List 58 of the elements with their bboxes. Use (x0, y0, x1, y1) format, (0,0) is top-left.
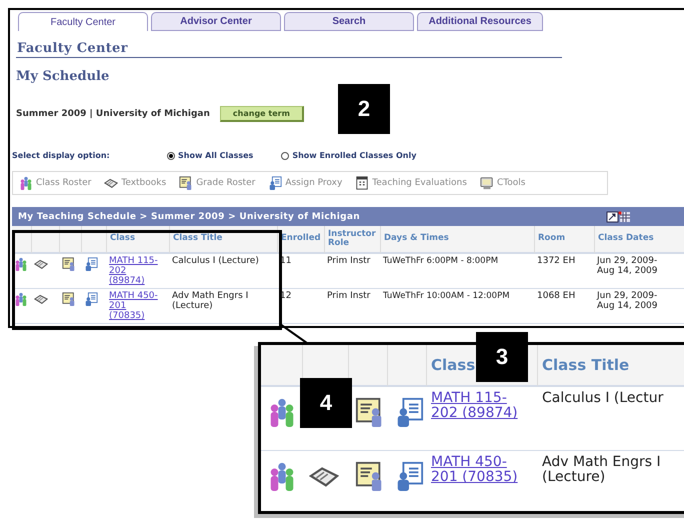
document-person-icon[interactable] (62, 257, 76, 271)
radio-button[interactable] (281, 152, 290, 160)
people-icon[interactable] (14, 257, 28, 271)
toolbar-link[interactable]: CTools (496, 178, 526, 188)
table-cell: Calculus I (Lectur (538, 387, 684, 451)
page-title: Faculty Center (16, 31, 562, 58)
term-label: Summer 2009 | University of Michigan (16, 109, 210, 119)
class-link[interactable]: MATH 450-201 (70835) (109, 292, 161, 322)
callout-number: 2 (338, 84, 390, 134)
column-header: Days & Times (381, 226, 535, 254)
table-cell: Adv Math Engrs I (Lecture) (538, 451, 684, 511)
table-cell: 1068 EH (535, 289, 595, 324)
grid-view-icon[interactable] (606, 210, 632, 222)
table-cell: Calculus I (Lecture) (170, 254, 278, 289)
tab[interactable]: Search (284, 12, 414, 31)
table-cell: TuWeThFr 10:00AM - 12:00PM (381, 289, 535, 324)
toolbar-link[interactable]: Teaching Evaluations (372, 178, 467, 188)
table-cell: Adv Math Engrs I (Lecture) (170, 289, 278, 324)
table-cell: Prim Instr (325, 254, 381, 289)
radio-button[interactable] (167, 152, 175, 160)
column-header: Instructor Role (325, 226, 381, 254)
callout-number: 4 (300, 378, 352, 428)
document-person-icon[interactable] (179, 176, 194, 190)
section-title: My Schedule (16, 69, 110, 84)
column-header: Class Dates (595, 226, 684, 254)
table-title: My Teaching Schedule > Summer 2009 > University of Michigan (18, 212, 360, 222)
book-icon[interactable] (34, 257, 48, 271)
monitor-icon[interactable] (480, 176, 494, 190)
document-person-icon[interactable] (62, 292, 76, 306)
callout-number: 3 (476, 332, 528, 382)
person-list-icon[interactable] (268, 176, 282, 190)
tab[interactable]: Faculty Center (18, 12, 148, 31)
display-option-label: Select display option: (12, 151, 111, 160)
class-link[interactable]: MATH 115-202 (89874) (109, 257, 161, 287)
column-header: Room (535, 226, 595, 254)
toolbar-link[interactable]: Assign Proxy (285, 178, 342, 188)
table-cell: TuWeThFr 6:00PM - 8:00PM (381, 254, 535, 289)
class-link[interactable]: MATH 115-202 (89874) (431, 391, 523, 422)
book-icon[interactable] (34, 292, 48, 306)
calendar-icon[interactable] (355, 176, 370, 190)
person-list-icon[interactable] (84, 257, 98, 271)
column-header: Enrolled (278, 226, 325, 254)
column-header: Class Title (538, 345, 684, 387)
book-icon[interactable] (104, 176, 118, 190)
table-cell: Prim Instr (325, 289, 381, 324)
person-list-icon[interactable] (84, 292, 98, 306)
radio-label[interactable]: Show All Classes (178, 151, 254, 160)
table-cell: Jun 29, 2009-Aug 14, 2009 (595, 289, 684, 324)
table-cell: Jun 29, 2009-Aug 14, 2009 (595, 254, 684, 289)
radio-label[interactable]: Show Enrolled Classes Only (292, 151, 416, 160)
change-term-button[interactable]: change term (220, 106, 304, 122)
table-cell: 1372 EH (535, 254, 595, 289)
people-icon[interactable] (14, 292, 28, 306)
class-link[interactable]: MATH 450-201 (70835) (431, 455, 523, 486)
toolbar-link[interactable]: Class Roster (36, 178, 92, 188)
tab[interactable]: Advisor Center (151, 12, 281, 31)
tab[interactable]: Additional Resources (417, 12, 543, 31)
column-header (388, 345, 427, 387)
